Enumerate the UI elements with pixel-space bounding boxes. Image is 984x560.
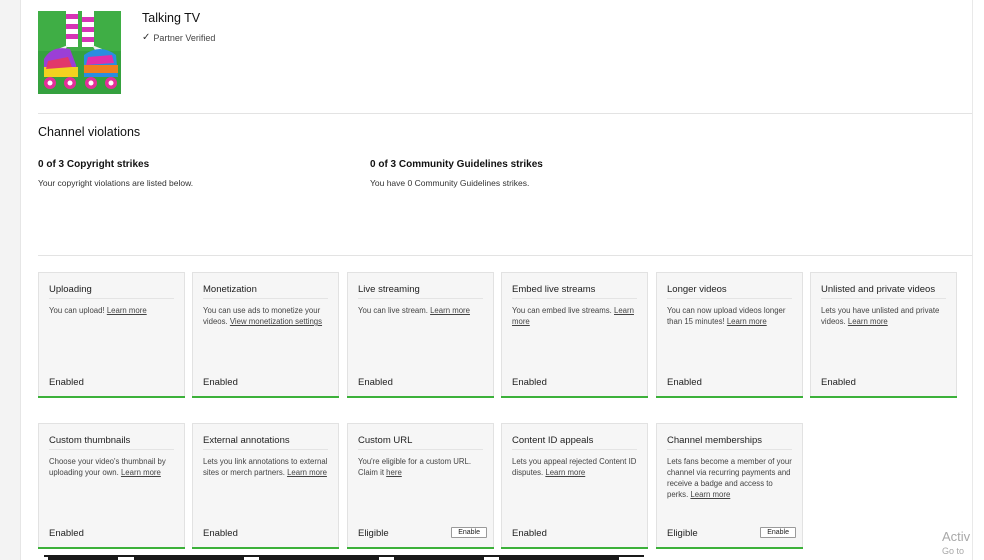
feature-card: Custom URL You're eligible for a custom U… bbox=[347, 423, 494, 549]
feature-description: Choose your video's thumbnail by uploadi… bbox=[49, 456, 176, 478]
feature-status: Enabled bbox=[49, 528, 84, 539]
card-divider bbox=[358, 449, 483, 450]
enable-button[interactable]: Enable bbox=[760, 527, 796, 538]
feature-description: You can live stream. Learn more bbox=[358, 305, 485, 316]
section-title-violations: Channel violations bbox=[38, 125, 141, 139]
feature-title: External annotations bbox=[203, 435, 290, 446]
feature-description: You can embed live streams. Learn more bbox=[512, 305, 639, 327]
feature-status: Eligible bbox=[358, 528, 389, 539]
card-divider bbox=[358, 298, 483, 299]
enable-button[interactable]: Enable bbox=[451, 527, 487, 538]
feature-description: You can upload! Learn more bbox=[49, 305, 176, 316]
feature-title: Custom thumbnails bbox=[49, 435, 131, 446]
feature-title: Monetization bbox=[203, 284, 257, 295]
copyright-strikes-desc: Your copyright violations are listed bel… bbox=[38, 178, 194, 188]
caption-fragment-graphic bbox=[44, 555, 644, 560]
learn-more-link[interactable]: Learn more bbox=[430, 306, 470, 315]
feature-card: Unlisted and private videos Lets you have… bbox=[810, 272, 957, 398]
feature-card: Uploading You can upload! Learn more Enabl… bbox=[38, 272, 185, 398]
watermark-line2: Go to bbox=[942, 546, 965, 556]
learn-more-link[interactable]: Learn more bbox=[121, 468, 161, 477]
card-divider bbox=[203, 298, 328, 299]
feature-status: Enabled bbox=[821, 377, 856, 388]
section-divider bbox=[38, 113, 972, 114]
card-divider bbox=[49, 298, 174, 299]
learn-more-link[interactable]: Learn more bbox=[107, 306, 147, 315]
feature-description: You can now upload videos longer than 15… bbox=[667, 305, 794, 327]
left-sidebar-rail bbox=[0, 0, 21, 560]
feature-description-text: You can upload! bbox=[49, 306, 107, 315]
scrollbar[interactable] bbox=[972, 0, 984, 560]
watermark-line1: Activ bbox=[942, 529, 971, 544]
verification-status: ✓ Partner Verified bbox=[142, 32, 215, 43]
card-divider bbox=[512, 298, 637, 299]
feature-description-text: You can live stream. bbox=[358, 306, 431, 315]
feature-description: Lets fans become a member of your channe… bbox=[667, 456, 794, 500]
feature-card: External annotations Lets you link annota… bbox=[192, 423, 339, 549]
feature-status: Enabled bbox=[358, 377, 393, 388]
checkmark-icon: ✓ bbox=[142, 32, 151, 43]
feature-status: Enabled bbox=[203, 377, 238, 388]
feature-status: Enabled bbox=[667, 377, 702, 388]
feature-description: You're eligible for a custom URL. Claim … bbox=[358, 456, 485, 478]
feature-description: Lets you appeal rejected Content ID disp… bbox=[512, 456, 639, 478]
card-divider bbox=[49, 449, 174, 450]
feature-description: Lets you have unlisted and private video… bbox=[821, 305, 948, 327]
learn-more-link[interactable]: here bbox=[386, 468, 402, 477]
feature-status: Enabled bbox=[512, 528, 547, 539]
feature-card: Channel memberships Lets fans become a me… bbox=[656, 423, 803, 549]
feature-title: Unlisted and private videos bbox=[821, 284, 936, 295]
card-divider bbox=[203, 449, 328, 450]
activation-watermark: Activ Go to bbox=[942, 530, 970, 558]
channel-name: Talking TV bbox=[142, 11, 201, 25]
learn-more-link[interactable]: Learn more bbox=[690, 490, 730, 499]
learn-more-link[interactable]: Learn more bbox=[545, 468, 585, 477]
learn-more-link[interactable]: Learn more bbox=[287, 468, 327, 477]
card-divider bbox=[512, 449, 637, 450]
feature-description: You can use ads to monetize your videos.… bbox=[203, 305, 330, 327]
feature-title: Uploading bbox=[49, 284, 92, 295]
learn-more-link[interactable]: Learn more bbox=[848, 317, 888, 326]
feature-card: Monetization You can use ads to monetize … bbox=[192, 272, 339, 398]
card-divider bbox=[667, 449, 792, 450]
community-strikes-title: 0 of 3 Community Guidelines strikes bbox=[370, 159, 543, 170]
feature-status: Enabled bbox=[512, 377, 547, 388]
feature-description-text: You can embed live streams. bbox=[512, 306, 614, 315]
section-divider bbox=[38, 255, 972, 256]
feature-description-text: You're eligible for a custom URL. Claim … bbox=[358, 457, 472, 477]
verified-label: Partner Verified bbox=[153, 32, 216, 43]
feature-status: Enabled bbox=[203, 528, 238, 539]
community-strikes-desc: You have 0 Community Guidelines strikes. bbox=[370, 178, 530, 188]
feature-title: Live streaming bbox=[358, 284, 420, 295]
feature-description: Lets you link annotations to external si… bbox=[203, 456, 330, 478]
feature-title: Content ID appeals bbox=[512, 435, 594, 446]
roller-skates-image bbox=[38, 11, 121, 94]
overlay-caption-fragment bbox=[44, 551, 644, 560]
feature-title: Longer videos bbox=[667, 284, 727, 295]
feature-title: Custom URL bbox=[358, 435, 413, 446]
feature-title: Channel memberships bbox=[667, 435, 763, 446]
card-divider bbox=[667, 298, 792, 299]
channel-avatar[interactable] bbox=[38, 11, 121, 94]
learn-more-link[interactable]: View monetization settings bbox=[230, 317, 322, 326]
feature-title: Embed live streams bbox=[512, 284, 596, 295]
feature-card: Custom thumbnails Choose your video's thu… bbox=[38, 423, 185, 549]
feature-card: Live streaming You can live stream. Learn… bbox=[347, 272, 494, 398]
feature-card: Embed live streams You can embed live str… bbox=[501, 272, 648, 398]
card-divider bbox=[821, 298, 946, 299]
feature-status: Eligible bbox=[667, 528, 698, 539]
copyright-strikes-title: 0 of 3 Copyright strikes bbox=[38, 159, 150, 170]
learn-more-link[interactable]: Learn more bbox=[727, 317, 767, 326]
feature-card: Content ID appeals Lets you appeal reject… bbox=[501, 423, 648, 549]
feature-status: Enabled bbox=[49, 377, 84, 388]
feature-card: Longer videos You can now upload videos l… bbox=[656, 272, 803, 398]
